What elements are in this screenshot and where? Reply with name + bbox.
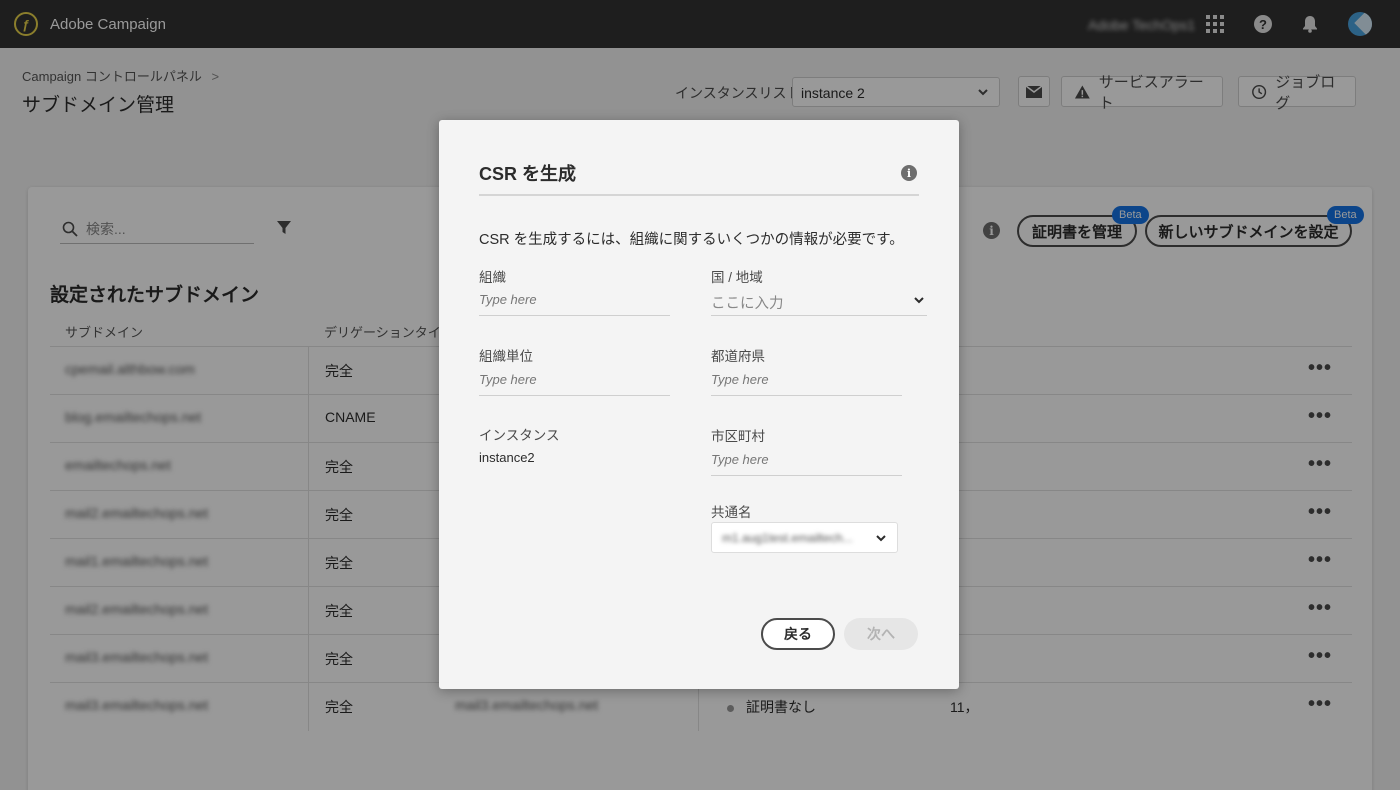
common-name-value: m1.aug1test.emailtech... [722, 531, 853, 545]
organization-input[interactable]: Type here [479, 288, 670, 316]
common-name-label: 共通名 [711, 505, 752, 520]
dialog-description: CSR を生成するには、組織に関するいくつかの情報が必要です。 [479, 232, 904, 248]
info-icon[interactable]: i [901, 165, 917, 181]
city-input[interactable]: Type here [711, 448, 902, 476]
next-button[interactable]: 次へ [844, 618, 918, 650]
instance-value: instance2 [479, 450, 535, 465]
dialog-title: CSR を生成 [479, 164, 577, 184]
organization-unit-input[interactable]: Type here [479, 368, 670, 396]
state-input[interactable]: Type here [711, 368, 902, 396]
country-label: 国 / 地域 [711, 270, 763, 285]
common-name-select[interactable]: m1.aug1test.emailtech... [711, 522, 898, 553]
state-label: 都道府県 [711, 349, 765, 364]
organization-unit-label: 組織単位 [479, 349, 533, 364]
country-select[interactable]: ここに入力 [711, 286, 927, 316]
chevron-down-icon [876, 535, 886, 542]
back-button[interactable]: 戻る [761, 618, 835, 650]
instance-label: インスタンス [479, 428, 560, 443]
country-placeholder: ここに入力 [711, 296, 784, 312]
organization-label: 組織 [479, 270, 506, 285]
city-label: 市区町村 [711, 429, 765, 444]
dialog-divider [479, 194, 919, 196]
generate-csr-dialog: CSR を生成 i CSR を生成するには、組織に関するいくつかの情報が必要です… [439, 120, 959, 689]
chevron-down-icon [914, 297, 924, 304]
